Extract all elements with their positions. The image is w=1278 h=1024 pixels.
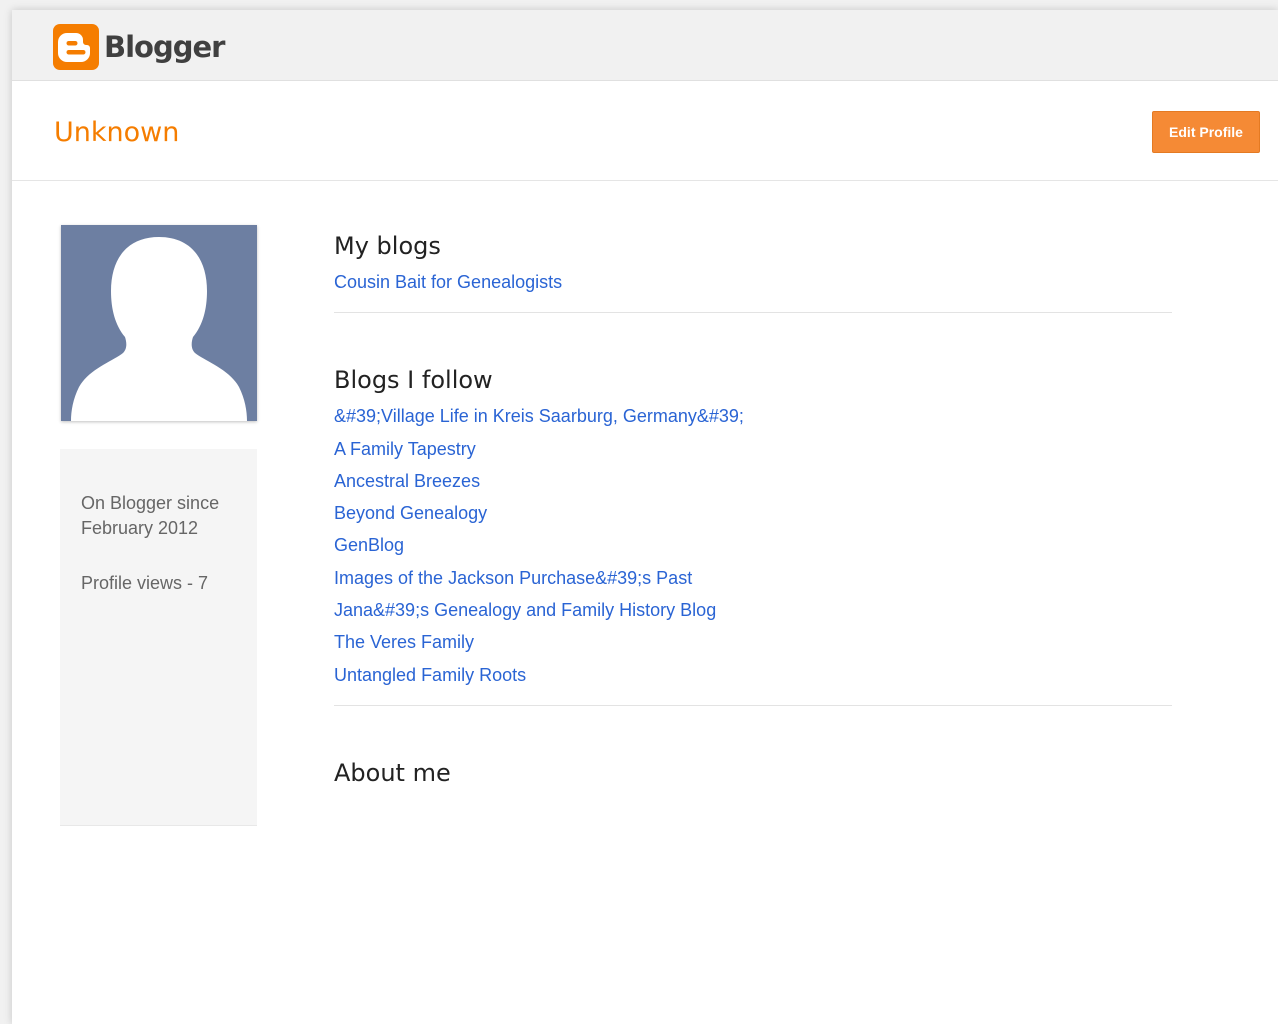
blogs-follow-list: &#39;Village Life in Kreis Saarburg, Ger… [334, 400, 1172, 691]
profile-page: Blogger Unknown Edit Profile On Blogger … [12, 10, 1278, 1024]
top-bar: Blogger [12, 10, 1278, 81]
followed-blog-link[interactable]: &#39;Village Life in Kreis Saarburg, Ger… [334, 400, 1172, 432]
my-blogs-section: My blogs Cousin Bait for Genealogists [334, 226, 1172, 314]
profile-stats-panel: On Blogger since February 2012 Profile v… [60, 449, 257, 826]
followed-blog-link[interactable]: Beyond Genealogy [334, 497, 1172, 529]
about-me-heading: About me [334, 758, 451, 787]
profile-main: My blogs Cousin Bait for Genealogists Bl… [334, 226, 1172, 793]
default-avatar-icon [61, 225, 257, 421]
member-since-label: On Blogger since February 2012 [81, 493, 220, 538]
blogger-wordmark: Blogger [104, 30, 225, 64]
followed-blog-link[interactable]: The Veres Family [334, 626, 1172, 658]
profile-views: Profile views - 7 [81, 573, 209, 593]
about-me-section: About me [334, 706, 1172, 793]
blogger-logo[interactable]: Blogger [53, 24, 225, 70]
blogs-follow-heading: Blogs I follow [334, 366, 493, 395]
profile-name: Unknown [54, 117, 180, 148]
blogs-follow-section: Blogs I follow &#39;Village Life in Krei… [334, 313, 1172, 706]
my-blogs-heading: My blogs [334, 232, 441, 260]
followed-blog-link[interactable]: Images of the Jackson Purchase&#39;s Pas… [334, 562, 1172, 594]
followed-blog-link[interactable]: Ancestral Breezes [334, 465, 1172, 497]
followed-blog-link[interactable]: Jana&#39;s Genealogy and Family History … [334, 594, 1172, 626]
followed-blog-link[interactable]: GenBlog [334, 529, 1172, 561]
edit-profile-button[interactable]: Edit Profile [1152, 111, 1260, 153]
followed-blog-link[interactable]: Untangled Family Roots [334, 659, 1172, 691]
profile-header: Unknown Edit Profile [12, 81, 1278, 181]
my-blog-link[interactable]: Cousin Bait for Genealogists [334, 266, 1172, 298]
blogger-logo-icon [53, 24, 99, 70]
followed-blog-link[interactable]: A Family Tapestry [334, 433, 1172, 465]
my-blogs-list: Cousin Bait for Genealogists [334, 266, 1172, 298]
